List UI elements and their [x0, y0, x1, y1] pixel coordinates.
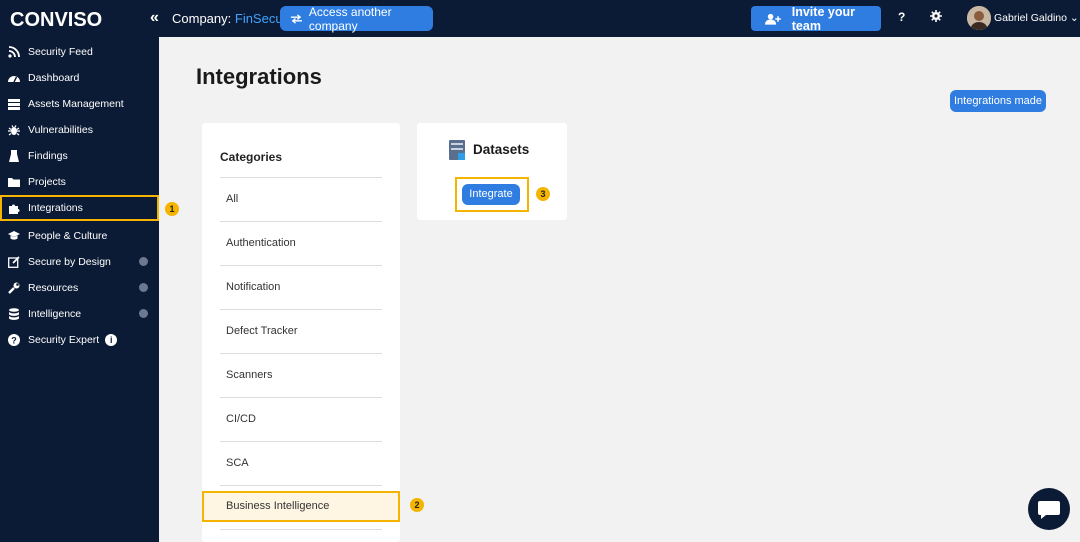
category-notification[interactable]: Notification [226, 281, 280, 293]
divider [220, 529, 382, 530]
category-ci-cd[interactable]: CI/CD [226, 413, 256, 425]
sidebar-item-label: Findings [28, 150, 68, 162]
integrate-button[interactable]: Integrate [462, 184, 520, 205]
sidebar-item-label: Secure by Design [28, 256, 111, 268]
categories-title: Categories [220, 150, 283, 164]
access-another-company-button[interactable]: Access another company [280, 4, 433, 33]
invite-team-button[interactable]: Invite your team [751, 4, 881, 33]
help-icon[interactable]: ? [898, 10, 905, 24]
top-bar: CONVISO « Company: FinSecure Access anot… [0, 0, 1080, 37]
sidebar-item-assets-management[interactable]: Assets Management [0, 91, 159, 117]
sidebar-item-projects[interactable]: Projects [0, 169, 159, 195]
sidebar-item-security-feed[interactable]: Security Feed [0, 39, 159, 65]
sidebar-item-label: People & Culture [28, 230, 108, 242]
category-authentication[interactable]: Authentication [226, 237, 296, 249]
access-button-label: Access another company [308, 4, 392, 33]
datasets-card: Datasets Integrate [417, 123, 567, 220]
divider [220, 221, 382, 222]
edit-icon [8, 256, 20, 268]
sidebar-item-label: Security Expert [28, 334, 100, 346]
avatar[interactable] [967, 6, 991, 30]
findings-icon [9, 150, 19, 162]
sidebar-item-dashboard[interactable]: Dashboard [0, 65, 159, 91]
company-label: Company: [172, 11, 232, 26]
puzzle-icon [9, 204, 20, 214]
sidebar-item-label: Intelligence [28, 308, 82, 320]
invite-button-label: Invite your team [791, 4, 855, 33]
wrench-icon [8, 282, 20, 294]
datasets-title: Datasets [473, 142, 530, 157]
step-badge-3: 3 [536, 187, 550, 201]
divider [220, 485, 382, 486]
database-icon [9, 308, 19, 320]
chat-button[interactable] [1028, 488, 1070, 530]
sidebar-item-integrations[interactable]: Integrations [0, 195, 159, 221]
dashboard-icon [8, 76, 20, 83]
page-title: Integrations [196, 64, 322, 89]
integrations-made-button[interactable]: Integrations made [950, 90, 1046, 112]
svg-text:CONVISO: CONVISO [10, 9, 102, 31]
category-scanners[interactable]: Scanners [226, 369, 272, 381]
datasets-icon [449, 140, 465, 160]
rss-icon [8, 46, 20, 58]
sidebar-item-security-expert[interactable]: ? Security Expert i [0, 327, 159, 353]
sidebar-item-label: Security Feed [28, 46, 93, 58]
divider [220, 265, 382, 266]
folder-icon [8, 178, 20, 187]
divider [220, 441, 382, 442]
user-photo-icon [967, 6, 991, 30]
category-defect-tracker[interactable]: Defect Tracker [226, 325, 298, 337]
sidebar-item-vulnerabilities[interactable]: Vulnerabilities [0, 117, 159, 143]
info-icon[interactable]: i [105, 334, 118, 346]
divider [220, 353, 382, 354]
step-badge-1: 1 [165, 202, 179, 216]
category-business-intelligence[interactable]: Business Intelligence [226, 500, 329, 512]
bug-icon [8, 125, 20, 136]
divider [220, 309, 382, 310]
category-sca[interactable]: SCA [226, 457, 249, 469]
sidebar-item-secure-by-design[interactable]: Secure by Design [0, 249, 159, 275]
category-all[interactable]: All [226, 193, 238, 205]
chevron-right-icon[interactable] [139, 283, 148, 292]
sidebar: Security Feed Dashboard Assets Managemen… [0, 37, 159, 542]
divider [220, 397, 382, 398]
add-user-icon [765, 13, 781, 25]
sidebar-item-resources[interactable]: Resources [0, 275, 159, 301]
assets-icon [8, 99, 20, 110]
sidebar-item-people-culture[interactable]: People & Culture [0, 223, 159, 249]
graduation-cap-icon [8, 231, 20, 240]
step-badge-2: 2 [410, 498, 424, 512]
divider [220, 177, 382, 178]
categories-panel: Categories All Authentication Notificati… [202, 123, 400, 542]
sidebar-item-label: Resources [28, 282, 79, 294]
user-menu[interactable]: Gabriel Galdino ⌄ [994, 12, 1079, 24]
user-name: Gabriel Galdino [994, 12, 1067, 24]
sidebar-item-findings[interactable]: Findings [0, 143, 159, 169]
sidebar-item-label: Projects [28, 176, 66, 188]
collapse-sidebar-icon[interactable]: « [150, 9, 159, 27]
gear-icon[interactable] [930, 10, 942, 22]
conviso-logo[interactable]: CONVISO [10, 6, 110, 32]
sidebar-item-label: Assets Management [28, 98, 124, 110]
question-circle-icon: ? [8, 334, 20, 346]
swap-icon [290, 13, 302, 24]
sidebar-item-intelligence[interactable]: Intelligence [0, 301, 159, 327]
company-indicator: Company: FinSecure [172, 11, 294, 26]
sidebar-item-label: Dashboard [28, 72, 80, 84]
chevron-right-icon[interactable] [139, 257, 148, 266]
sidebar-item-label: Vulnerabilities [28, 124, 93, 136]
chevron-right-icon[interactable] [139, 309, 148, 318]
svg-text:?: ? [11, 336, 17, 346]
chat-bubble-icon [1038, 501, 1060, 519]
sidebar-item-label: Integrations [28, 202, 83, 214]
